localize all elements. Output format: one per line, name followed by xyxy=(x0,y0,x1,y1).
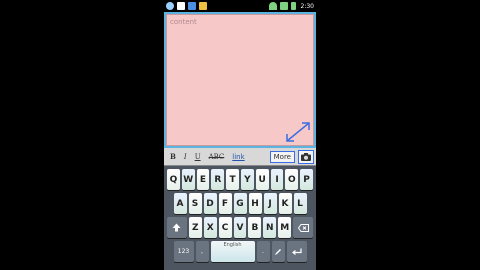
keyboard-row-2: A S D F G H J K L xyxy=(166,193,314,214)
content-textarea[interactable]: content xyxy=(166,14,314,146)
key-v[interactable]: V xyxy=(233,217,247,238)
key-m[interactable]: M xyxy=(278,217,292,238)
key-y[interactable]: Y xyxy=(241,169,254,190)
key-a[interactable]: A xyxy=(173,193,187,214)
key-n[interactable]: N xyxy=(263,217,277,238)
key-b[interactable]: B xyxy=(248,217,262,238)
content-placeholder: content xyxy=(170,18,197,26)
status-bar: 2:30 xyxy=(164,0,316,12)
shift-icon xyxy=(172,223,181,232)
italic-button[interactable]: I xyxy=(184,153,187,161)
app-icon xyxy=(177,2,185,10)
key-l[interactable]: L xyxy=(293,193,307,214)
key-p[interactable]: P xyxy=(300,169,313,190)
key-e[interactable]: E xyxy=(196,169,210,190)
bold-button[interactable]: B xyxy=(170,152,176,161)
more-button[interactable]: More xyxy=(269,150,295,163)
comma-key[interactable]: , xyxy=(195,241,209,262)
status-time: 2:30 xyxy=(300,2,314,10)
key-s[interactable]: S xyxy=(188,193,202,214)
camera-button[interactable] xyxy=(298,149,314,164)
backspace-key[interactable] xyxy=(293,217,314,238)
format-toolbar: B I U ABC link More xyxy=(164,148,316,166)
signal-icon xyxy=(279,2,288,10)
key-t[interactable]: T xyxy=(226,169,239,190)
key-u[interactable]: U xyxy=(255,169,269,190)
key-k[interactable]: K xyxy=(278,193,292,214)
period-key[interactable]: . xyxy=(256,241,270,262)
key-h[interactable]: H xyxy=(248,193,262,214)
phone-screen: 2:30 content B I U ABC link More Q W E R… xyxy=(164,0,316,270)
strikethrough-button[interactable]: ABC xyxy=(209,153,225,161)
key-q[interactable]: Q xyxy=(167,169,180,190)
notification-icon xyxy=(188,2,196,10)
soft-keyboard: Q W E R T Y U I O P A S D F G H J K L Z xyxy=(164,166,316,270)
shift-key[interactable] xyxy=(166,217,187,238)
camera-icon xyxy=(301,152,311,161)
backspace-icon xyxy=(297,223,309,232)
link-button[interactable]: link xyxy=(232,153,244,161)
keyboard-row-4: 123 , English . xyxy=(166,241,314,262)
key-x[interactable]: X xyxy=(203,217,217,238)
wifi-icon xyxy=(268,2,277,10)
key-g[interactable]: G xyxy=(233,193,247,214)
pen-key[interactable] xyxy=(271,241,285,262)
cleaner-icon xyxy=(199,2,207,10)
key-d[interactable]: D xyxy=(203,193,217,214)
keyboard-row-1: Q W E R T Y U I O P xyxy=(166,169,314,190)
editor-frame: content xyxy=(164,12,316,148)
enter-key[interactable] xyxy=(286,241,307,262)
key-z[interactable]: Z xyxy=(188,217,202,238)
key-r[interactable]: R xyxy=(211,169,225,190)
key-j[interactable]: J xyxy=(263,193,277,214)
add-contact-icon xyxy=(166,2,174,10)
battery-icon xyxy=(290,2,296,10)
resize-handle-icon[interactable] xyxy=(285,121,311,143)
underline-button[interactable]: U xyxy=(195,153,201,161)
pen-icon xyxy=(275,248,281,255)
numbers-key[interactable]: 123 xyxy=(173,241,194,262)
key-w[interactable]: W xyxy=(181,169,195,190)
key-c[interactable]: C xyxy=(218,217,232,238)
key-i[interactable]: I xyxy=(270,169,284,190)
enter-icon xyxy=(291,248,302,255)
space-key[interactable]: English xyxy=(210,241,255,262)
keyboard-row-3: Z X C V B N M xyxy=(166,217,314,238)
key-f[interactable]: F xyxy=(218,193,232,214)
key-o[interactable]: O xyxy=(285,169,299,190)
